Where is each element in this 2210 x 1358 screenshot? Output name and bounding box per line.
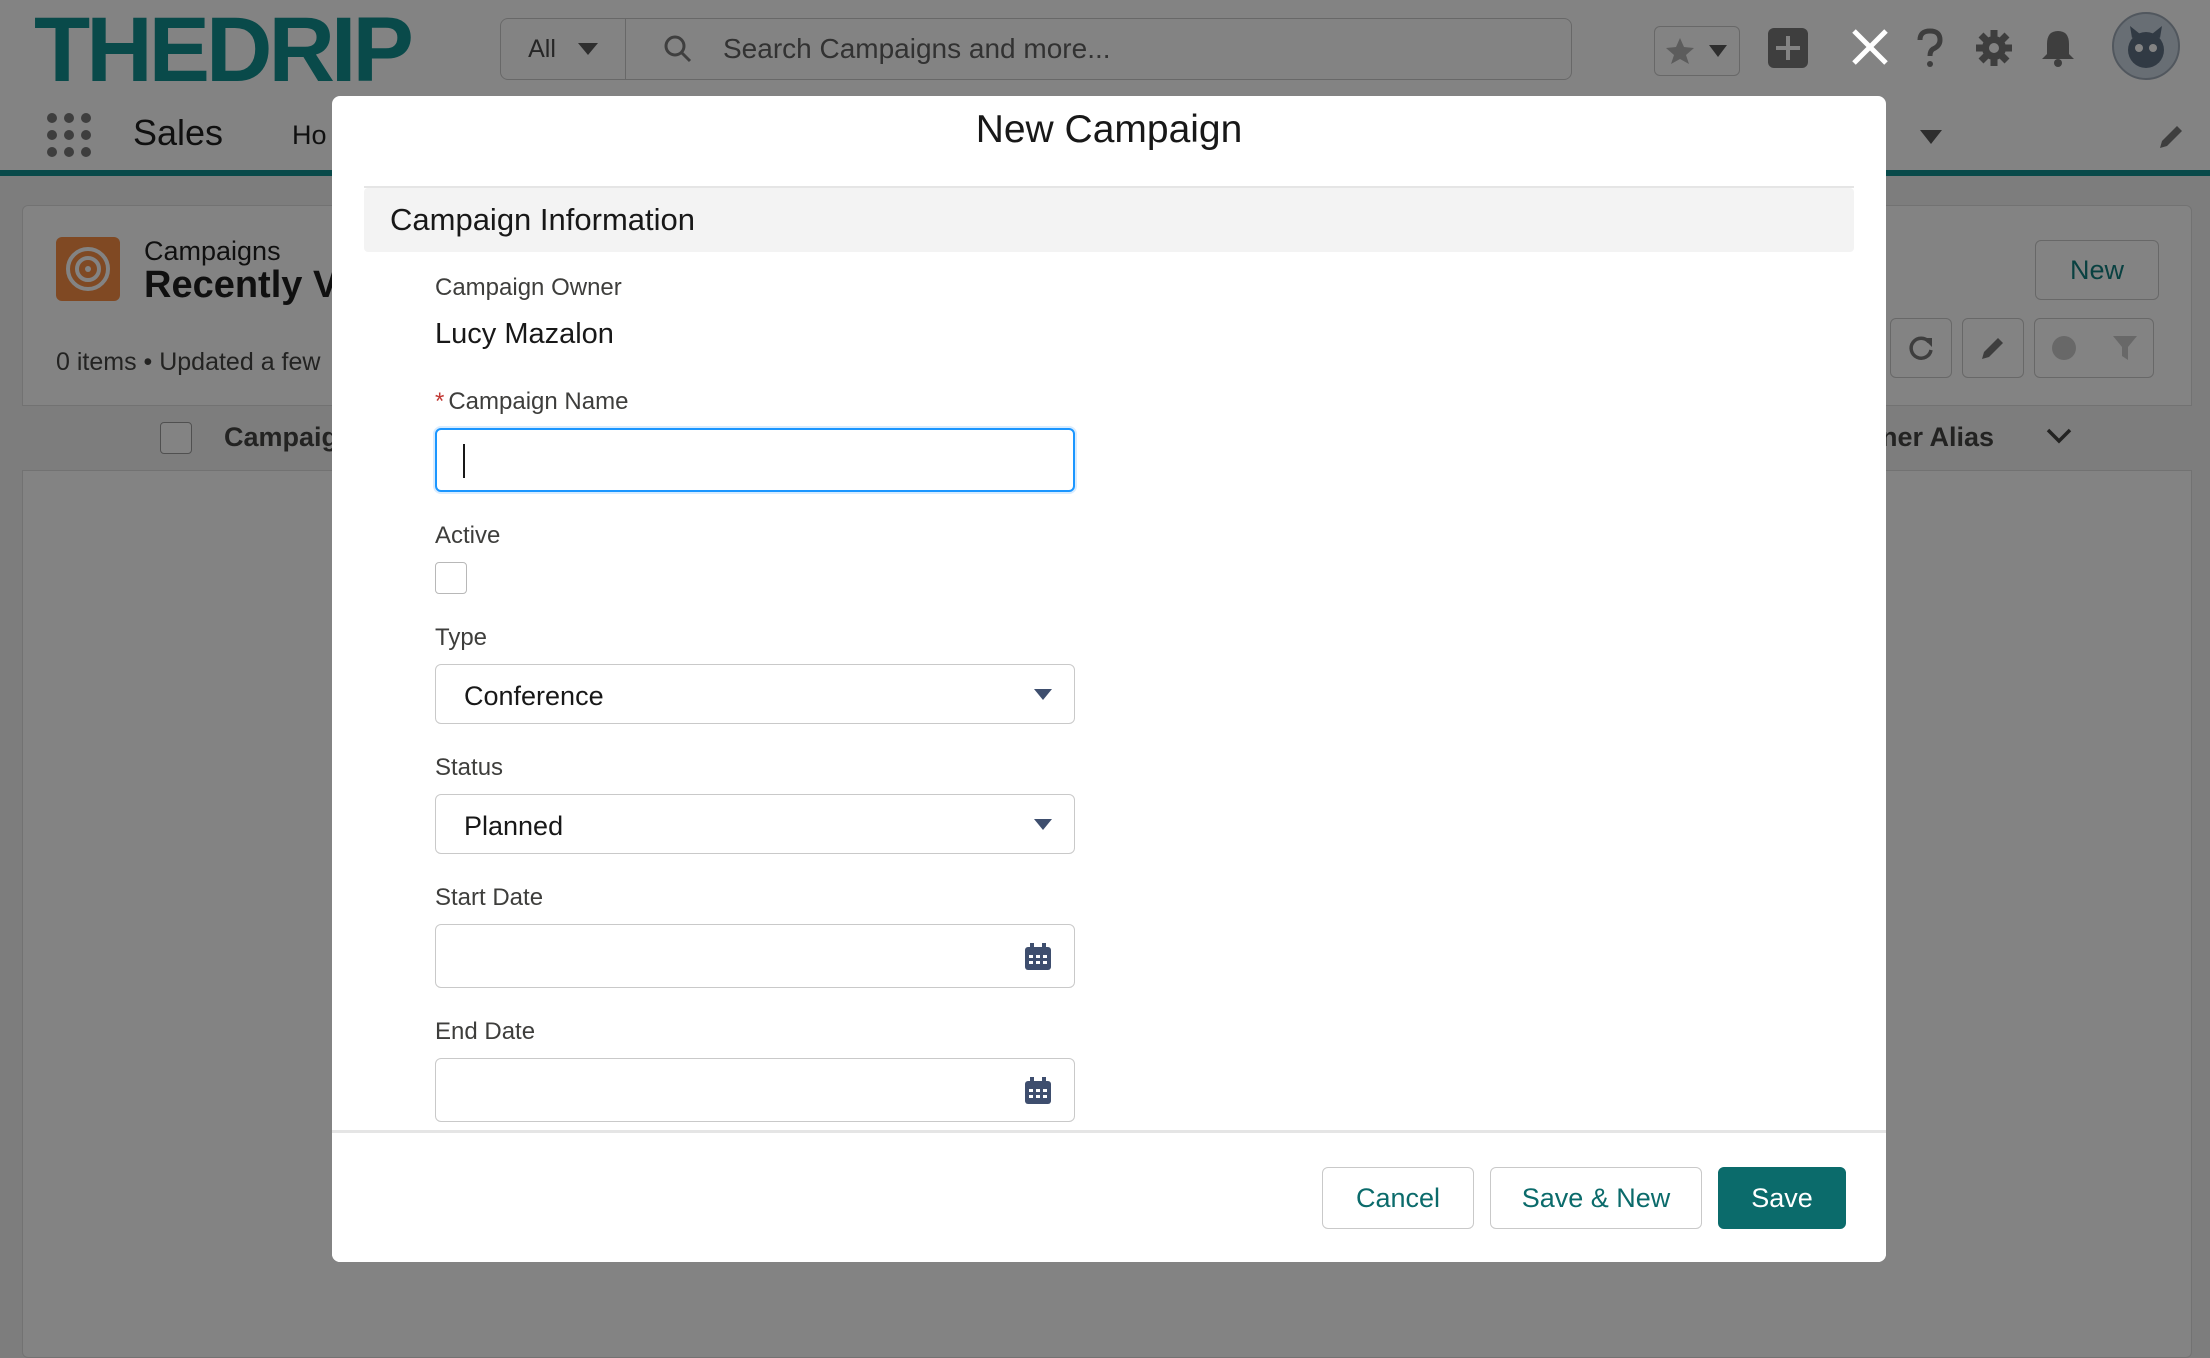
section-title: Campaign Information [390, 202, 695, 237]
campaign-owner-label: Campaign Owner [435, 274, 622, 301]
required-marker: * [435, 388, 445, 415]
modal-title: New Campaign [975, 108, 1243, 151]
calendar-icon[interactable] [1024, 1077, 1052, 1105]
type-select[interactable]: Conference [435, 664, 1075, 724]
campaign-owner-value[interactable]: Lucy Mazalon [435, 318, 614, 351]
modal-footer: Cancel Save & New Save [332, 1130, 1886, 1262]
calendar-icon[interactable] [1024, 943, 1052, 971]
cancel-button[interactable]: Cancel [1322, 1167, 1474, 1229]
start-date-label: Start Date [435, 884, 544, 911]
close-icon [1852, 29, 1888, 65]
new-campaign-modal: New Campaign Campaign Information Campai… [332, 96, 1886, 1262]
type-value: Conference [464, 681, 604, 711]
status-label: Status [435, 754, 504, 781]
section-header: Campaign Information [364, 188, 1854, 252]
status-value: Planned [464, 811, 564, 841]
close-modal-button[interactable] [1845, 22, 1895, 72]
status-select[interactable]: Planned [435, 794, 1075, 854]
campaign-name-label-text: Campaign Name [448, 388, 629, 415]
campaign-name-input[interactable] [435, 428, 1075, 492]
start-date-input[interactable] [435, 924, 1075, 988]
chevron-down-icon [1034, 689, 1052, 700]
end-date-label: End Date [435, 1018, 536, 1045]
text-cursor [463, 444, 465, 478]
end-date-input[interactable] [435, 1058, 1075, 1122]
save-button[interactable]: Save [1718, 1167, 1846, 1229]
campaign-name-label: * Campaign Name [435, 388, 628, 416]
type-label: Type [435, 624, 488, 651]
save-and-new-button[interactable]: Save & New [1490, 1167, 1702, 1229]
chevron-down-icon [1034, 819, 1052, 830]
active-label: Active [435, 522, 501, 549]
active-checkbox[interactable] [435, 562, 467, 594]
